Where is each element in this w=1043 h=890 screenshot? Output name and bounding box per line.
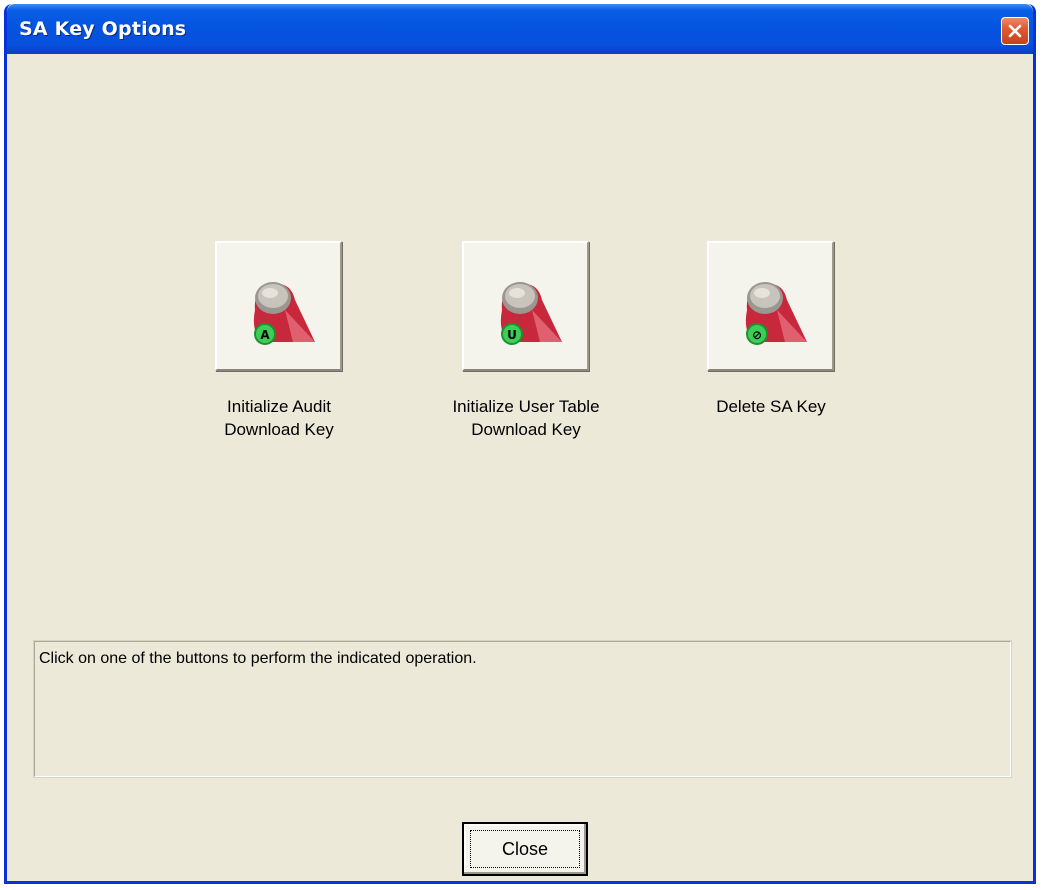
delete-sa-key-button[interactable]: ⊘ — [707, 241, 834, 371]
close-icon — [1008, 24, 1022, 38]
sa-key-options-dialog: SA Key Options A Initialize Audit Downlo… — [4, 4, 1036, 884]
title-bar[interactable]: SA Key Options — [7, 4, 1033, 54]
close-button-label: Close — [501, 839, 549, 859]
initialize-user-table-download-key-label: Initialize User Table Download Key — [452, 397, 600, 439]
ibutton-key-audit-icon: A — [253, 282, 315, 345]
close-button[interactable]: Close — [462, 822, 588, 876]
status-message: Click on one of the buttons to perform t… — [39, 650, 477, 667]
initialize-user-table-download-key-button[interactable]: U — [462, 241, 589, 371]
initialize-audit-download-key-label: Initialize Audit Download Key — [224, 397, 334, 439]
status-message-box: Click on one of the buttons to perform t… — [33, 640, 1012, 778]
ibutton-key-user-icon: U — [500, 282, 562, 345]
window-title: SA Key Options — [19, 18, 187, 40]
initialize-audit-download-key-button[interactable]: A — [215, 241, 342, 371]
badge-letter: A — [260, 328, 270, 342]
badge-letter: U — [507, 328, 517, 342]
badge-symbol: ⊘ — [752, 328, 762, 342]
window-close-button[interactable] — [1001, 17, 1029, 45]
ibutton-key-delete-icon: ⊘ — [745, 282, 807, 345]
delete-sa-key-label: Delete SA Key — [716, 397, 826, 416]
